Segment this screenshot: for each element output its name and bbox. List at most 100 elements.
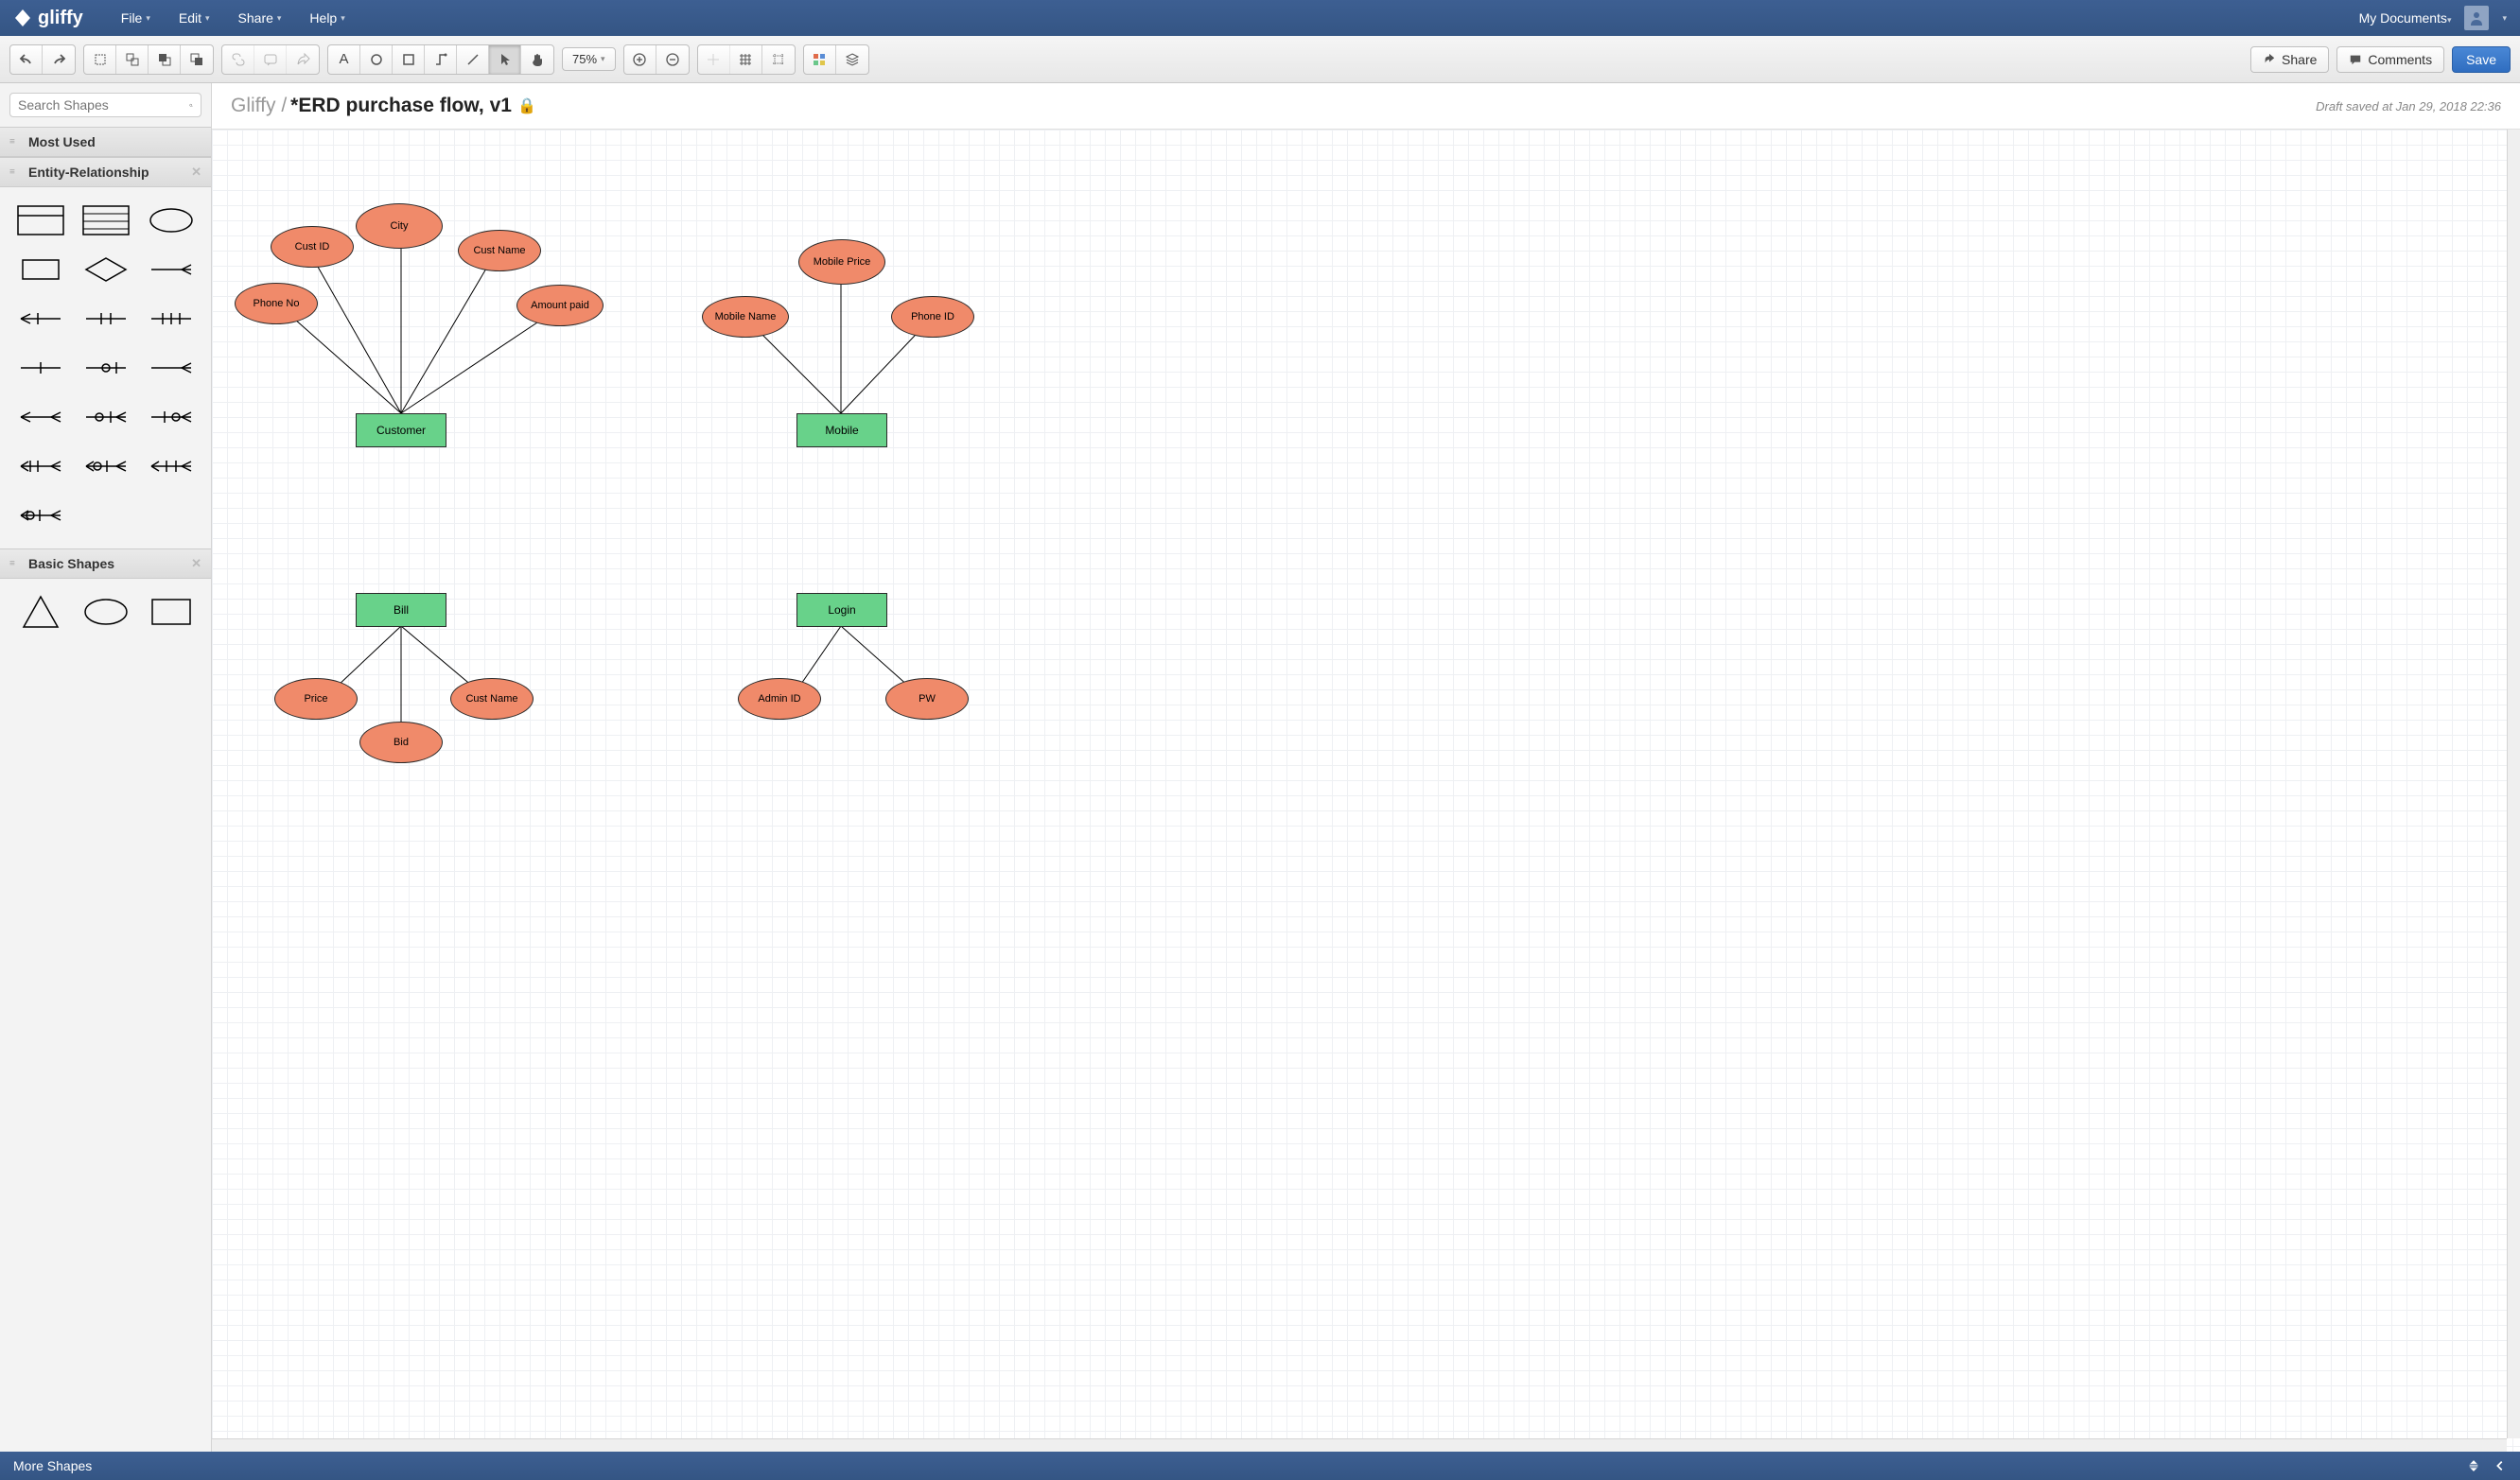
zoom-out-button[interactable] — [656, 45, 689, 74]
er-conn-12[interactable] — [140, 446, 201, 486]
er-relationship-shape[interactable] — [75, 250, 136, 289]
er-rect-shape[interactable] — [9, 250, 71, 289]
er-conn-11[interactable] — [75, 446, 136, 486]
breadcrumb[interactable]: Gliffy / — [231, 95, 287, 117]
close-icon[interactable]: ✕ — [191, 165, 201, 180]
pointer-tool-button[interactable] — [489, 45, 521, 74]
comments-button[interactable]: Comments — [2336, 46, 2444, 73]
er-conn-9[interactable] — [140, 397, 201, 437]
group-icon — [93, 52, 108, 67]
canvas[interactable]: Customer Cust ID City Cust Name Phone No… — [212, 130, 2520, 1452]
redo-button[interactable] — [43, 45, 75, 74]
erd-attr-phone-no[interactable]: Phone No — [235, 283, 318, 324]
draw-group: A — [327, 44, 554, 75]
chevron-down-icon: ▾ — [146, 13, 150, 24]
line-icon — [465, 52, 481, 67]
rect-tool-button[interactable] — [393, 45, 425, 74]
er-conn-2[interactable] — [75, 299, 136, 339]
save-button[interactable]: Save — [2452, 46, 2511, 73]
ellipse-tool-button[interactable] — [360, 45, 393, 74]
erd-attr-amount-paid[interactable]: Amount paid — [516, 285, 604, 326]
erd-attr-cust-id[interactable]: Cust ID — [271, 226, 354, 268]
theme-button[interactable] — [804, 45, 836, 74]
connector-tool-button[interactable] — [425, 45, 457, 74]
er-many-to-one-shape[interactable] — [140, 250, 201, 289]
send-back-button[interactable] — [181, 45, 213, 74]
brand-text: gliffy — [38, 8, 83, 29]
guides-button[interactable] — [762, 45, 795, 74]
menu-share[interactable]: Share▾ — [238, 10, 282, 26]
er-conn-13[interactable] — [9, 496, 71, 535]
top-right-menu: My Documents▾ ▾ — [2359, 6, 2507, 30]
chevron-down-icon: ▾ — [205, 13, 210, 24]
er-conn-6[interactable] — [140, 348, 201, 388]
erd-attr-cust-name[interactable]: Cust Name — [458, 230, 541, 271]
menu-help[interactable]: Help▾ — [309, 10, 344, 26]
menu-edit[interactable]: Edit▾ — [179, 10, 210, 26]
text-tool-button[interactable]: A — [328, 45, 360, 74]
erd-entity-customer[interactable]: Customer — [356, 413, 446, 447]
vertical-scrollbar[interactable] — [2507, 130, 2520, 1438]
ungroup-button[interactable] — [116, 45, 149, 74]
er-shapes-palette — [0, 187, 211, 548]
share-button[interactable]: Share — [2250, 46, 2329, 73]
triangle-shape[interactable] — [9, 592, 71, 632]
search-icon — [189, 98, 193, 113]
zoom-in-button[interactable] — [624, 45, 656, 74]
pan-tool-button[interactable] — [521, 45, 553, 74]
search-field[interactable] — [18, 97, 189, 113]
erd-attr-admin-id[interactable]: Admin ID — [738, 678, 821, 720]
erd-attr-mobile-price[interactable]: Mobile Price — [798, 239, 885, 285]
erd-attr-price[interactable]: Price — [274, 678, 358, 720]
grid-button[interactable] — [730, 45, 762, 74]
erd-entity-login[interactable]: Login — [796, 593, 887, 627]
gliffy-logo-icon — [13, 9, 32, 27]
layers-button[interactable] — [836, 45, 868, 74]
er-entity-shape[interactable] — [9, 200, 71, 240]
zoom-dropdown[interactable]: 75%▾ — [562, 47, 616, 71]
er-conn-4[interactable] — [9, 348, 71, 388]
er-attribute-shape[interactable] — [140, 200, 201, 240]
group-button[interactable] — [84, 45, 116, 74]
snap-button[interactable] — [698, 45, 730, 74]
top-menus: File▾ Edit▾ Share▾ Help▾ — [121, 10, 345, 26]
search-shapes-input[interactable] — [9, 93, 201, 117]
my-documents-link[interactable]: My Documents▾ — [2359, 10, 2452, 26]
horizontal-scrollbar[interactable] — [212, 1438, 2507, 1452]
undo-button[interactable] — [10, 45, 43, 74]
erd-attr-city[interactable]: City — [356, 203, 443, 249]
category-entity-relationship[interactable]: ≡ Entity-Relationship ✕ — [0, 157, 211, 187]
close-icon[interactable]: ✕ — [191, 556, 201, 571]
er-conn-1[interactable] — [9, 299, 71, 339]
bring-front-button[interactable] — [149, 45, 181, 74]
er-conn-8[interactable] — [75, 397, 136, 437]
er-conn-5[interactable] — [75, 348, 136, 388]
menu-file[interactable]: File▾ — [121, 10, 150, 26]
category-basic-shapes[interactable]: ≡ Basic Shapes ✕ — [0, 548, 211, 579]
rectangle-shape[interactable] — [140, 592, 201, 632]
user-avatar[interactable] — [2464, 6, 2489, 30]
erd-entity-bill[interactable]: Bill — [356, 593, 446, 627]
theme-group — [803, 44, 869, 75]
sidebar-footer: More Shapes — [0, 1452, 2520, 1480]
erd-attr-pw[interactable]: PW — [885, 678, 969, 720]
er-conn-3[interactable] — [140, 299, 201, 339]
erd-attr-mobile-name[interactable]: Mobile Name — [702, 296, 789, 338]
more-shapes-link[interactable]: More Shapes — [13, 1458, 92, 1473]
erd-attr-bid[interactable]: Bid — [359, 722, 443, 763]
chevron-down-icon[interactable]: ▾ — [2502, 13, 2507, 24]
er-entity-rows-shape[interactable] — [75, 200, 136, 240]
undo-icon — [19, 52, 34, 67]
er-conn-7[interactable] — [9, 397, 71, 437]
line-tool-button[interactable] — [457, 45, 489, 74]
collapse-vertical-icon[interactable] — [2467, 1459, 2480, 1472]
ellipse-shape[interactable] — [75, 592, 136, 632]
category-most-used[interactable]: ≡ Most Used — [0, 127, 211, 157]
erd-attr-phone-id[interactable]: Phone ID — [891, 296, 974, 338]
er-conn-10[interactable] — [9, 446, 71, 486]
erd-attr-bill-cust-name[interactable]: Cust Name — [450, 678, 534, 720]
arrange-group — [83, 44, 214, 75]
erd-entity-mobile[interactable]: Mobile — [796, 413, 887, 447]
save-status: Draft saved at Jan 29, 2018 22:36 — [2316, 99, 2501, 113]
collapse-sidebar-icon[interactable] — [2494, 1459, 2507, 1472]
